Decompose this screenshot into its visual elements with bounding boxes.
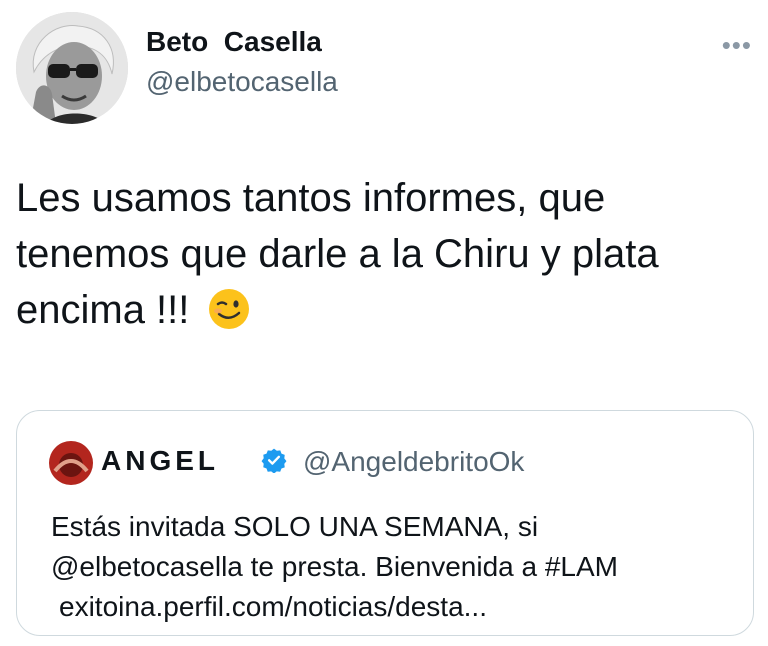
quoted-avatar-image [49, 441, 93, 485]
quoted-link[interactable]: exitoina.perfil.com/noticias/desta... [51, 587, 741, 627]
author-handle[interactable]: @elbetocasella [146, 66, 338, 98]
winking-face-emoji-icon [207, 287, 251, 346]
avatar-photo [16, 12, 128, 124]
verified-badge-icon [261, 447, 287, 478]
quoted-text-line-2: @elbetocasella te presta. Bienvenida a #… [51, 551, 618, 582]
quoted-author-name[interactable]: ANGEL [101, 445, 219, 477]
tweet-text-content: Les usamos tantos informes, que tenemos … [16, 176, 659, 332]
tweet-text: Les usamos tantos informes, que tenemos … [16, 170, 746, 346]
quoted-author-avatar[interactable] [49, 441, 93, 485]
author-avatar[interactable] [16, 12, 128, 124]
quoted-tweet-text: Estás invitada SOLO UNA SEMANA, si @elbe… [51, 507, 741, 627]
more-options-icon[interactable]: ••• [722, 30, 752, 61]
quoted-author-handle[interactable]: @AngeldebritoOk [303, 446, 524, 478]
quoted-text-line-1: Estás invitada SOLO UNA SEMANA, si [51, 511, 539, 542]
quoted-tweet-card[interactable]: ANGEL @AngeldebritoOk Estás invitada SOL… [16, 410, 754, 636]
author-display-name[interactable]: Beto Casella [146, 26, 322, 58]
